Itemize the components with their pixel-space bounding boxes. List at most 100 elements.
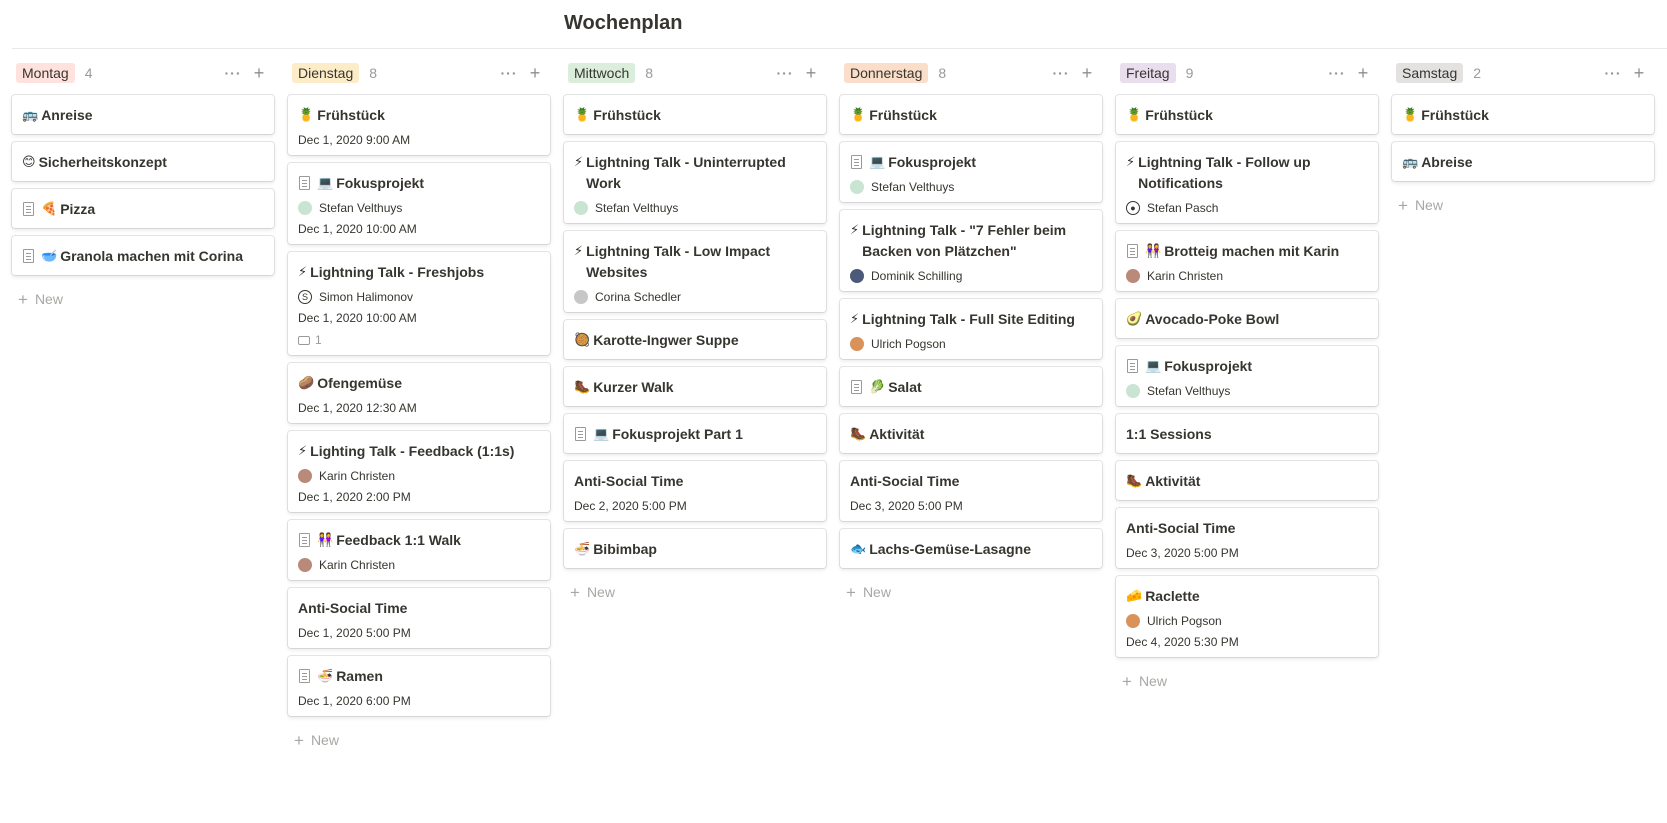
board-card[interactable]: ⚡ Lighting Talk - Feedback (1:1s) Karin Ch… [288, 431, 550, 512]
new-card-button[interactable]: + New [1392, 189, 1654, 221]
add-card-icon[interactable]: + [1352, 64, 1374, 82]
board-card[interactable]: ⚡ Lightning Talk - Uninterrupted Work Stef… [564, 142, 826, 223]
avatar: ● [1126, 201, 1140, 215]
add-card-icon[interactable]: + [1076, 64, 1098, 82]
board-card[interactable]: 🍍 Frühstück Dec 1, 2020 9:00 AM [288, 95, 550, 155]
board-card[interactable]: 💻 Fokusprojekt Stefan Velthuys [840, 142, 1102, 202]
board-card[interactable]: 😊 Sicherheitskonzept [12, 142, 274, 181]
card-title-text: Frühstück [593, 107, 661, 123]
card-title-text: Frühstück [317, 107, 385, 123]
board-card[interactable]: Anti-Social Time Dec 2, 2020 5:00 PM [564, 461, 826, 521]
column-tag[interactable]: Donnerstag [844, 63, 929, 83]
card-title-text: Ofengemüse [317, 375, 402, 391]
board-card[interactable]: 🥾 Kurzer Walk [564, 367, 826, 406]
avatar-letter: S [301, 292, 308, 302]
new-card-button[interactable]: + New [840, 576, 1102, 608]
new-card-button[interactable]: + New [12, 283, 274, 315]
board-card[interactable]: 👭 Brotteig machen mit Karin Karin Christen [1116, 231, 1378, 291]
board-card[interactable]: 🥔 Ofengemüse Dec 1, 2020 12:30 AM [288, 363, 550, 423]
card-date: Dec 3, 2020 5:00 PM [850, 499, 963, 513]
board-card[interactable]: 🥑 Avocado-Poke Bowl [1116, 299, 1378, 338]
new-card-button[interactable]: + New [288, 724, 550, 756]
column-tag[interactable]: Freitag [1120, 63, 1176, 83]
card-title: ⚡ Lightning Talk - Full Site Editing [850, 309, 1092, 330]
board-card[interactable]: 💻 Fokusprojekt Stefan Velthuys [1116, 346, 1378, 406]
add-card-icon[interactable]: + [524, 64, 546, 82]
board-card[interactable]: 🍜 Ramen Dec 1, 2020 6:00 PM [288, 656, 550, 716]
new-card-label: New [1414, 197, 1443, 213]
card-date: Dec 3, 2020 5:00 PM [1126, 546, 1239, 560]
board-card[interactable]: 🥾 Aktivität [1116, 461, 1378, 500]
card-title: 🍕 Pizza [22, 199, 264, 220]
board-column: Samstag 2 ··· + 🍍 Frühstück 🚌 Abreise + New [1392, 58, 1654, 756]
page-icon [299, 176, 310, 190]
board-card[interactable]: ⚡ Lightning Talk - Follow up Notification… [1116, 142, 1378, 223]
board-card[interactable]: 🧀 Raclette Ulrich Pogson Dec 4, 2020 5:30 P… [1116, 576, 1378, 657]
column-tag[interactable]: Mittwoch [568, 63, 636, 83]
card-emoji-icon: 💻 [593, 427, 610, 442]
board-card[interactable]: 🍍 Frühstück [1116, 95, 1378, 134]
card-title-text: Anti-Social Time [574, 473, 684, 489]
person-name: Stefan Velthuys [595, 201, 679, 215]
board-card[interactable]: 🚌 Anreise [12, 95, 274, 134]
person-name: Ulrich Pogson [871, 337, 946, 351]
avatar [850, 180, 864, 194]
board-card[interactable]: 🥾 Aktivität [840, 414, 1102, 453]
add-card-icon[interactable]: + [1628, 64, 1650, 82]
board-card[interactable]: 🥬 Salat [840, 367, 1102, 406]
more-options-icon[interactable]: ··· [222, 65, 244, 81]
new-card-button[interactable]: + New [1116, 665, 1378, 697]
card-title-text: Anreise [41, 107, 93, 123]
card-person: Stefan Velthuys [574, 201, 816, 215]
new-card-button[interactable]: + New [564, 576, 826, 608]
board-card[interactable]: 🍕 Pizza [12, 189, 274, 228]
card-title-text: Anti-Social Time [298, 600, 408, 616]
more-options-icon[interactable]: ··· [1602, 65, 1624, 81]
board-card[interactable]: ⚡ Lightning Talk - Full Site Editing Ulric… [840, 299, 1102, 359]
column-tag[interactable]: Montag [16, 63, 75, 83]
more-options-icon[interactable]: ··· [774, 65, 796, 81]
card-emoji-icon: 🍍 [1402, 108, 1419, 123]
card-emoji-icon: 🐟 [850, 542, 867, 557]
card-title-text: Anti-Social Time [1126, 520, 1236, 536]
board-card[interactable]: 💻 Fokusprojekt Part 1 [564, 414, 826, 453]
avatar [298, 558, 312, 572]
board-card[interactable]: 🍜 Bibimbap [564, 529, 826, 568]
board-card[interactable]: 💻 Fokusprojekt Stefan Velthuys Dec 1, 2020 … [288, 163, 550, 244]
card-title: 🥾 Aktivität [850, 424, 1092, 445]
board-card[interactable]: 👭 Feedback 1:1 Walk Karin Christen [288, 520, 550, 580]
card-person: Karin Christen [298, 558, 540, 572]
board-card[interactable]: Anti-Social Time Dec 1, 2020 5:00 PM [288, 588, 550, 648]
avatar [1126, 384, 1140, 398]
add-card-icon[interactable]: + [248, 64, 270, 82]
more-options-icon[interactable]: ··· [1326, 65, 1348, 81]
board-card[interactable]: 🚌 Abreise [1392, 142, 1654, 181]
card-title: 🥾 Aktivität [1126, 471, 1368, 492]
board-card[interactable]: ⚡ Lightning Talk - Freshjobs S Simon Halimo… [288, 252, 550, 355]
board-card[interactable]: 🥣 Granola machen mit Corina [12, 236, 274, 275]
add-card-icon[interactable]: + [800, 64, 822, 82]
board-card[interactable]: 🍍 Frühstück [840, 95, 1102, 134]
column-tag[interactable]: Dienstag [292, 63, 360, 83]
card-date: Dec 2, 2020 5:00 PM [574, 499, 687, 513]
more-options-icon[interactable]: ··· [1050, 65, 1072, 81]
card-title: 🚌 Anreise [22, 105, 264, 126]
card-title: 🥬 Salat [850, 377, 1092, 398]
card-title-text: Brotteig machen mit Karin [1164, 243, 1340, 259]
board-card[interactable]: ⚡ Lightning Talk - Low Impact Websites Cor… [564, 231, 826, 312]
avatar [850, 337, 864, 351]
avatar [298, 201, 312, 215]
board-card[interactable]: ⚡ Lightning Talk - "7 Fehler beim Backen … [840, 210, 1102, 291]
board-card[interactable]: 🍍 Frühstück [564, 95, 826, 134]
card-title-text: Frühstück [1145, 107, 1213, 123]
board-card[interactable]: 🍍 Frühstück [1392, 95, 1654, 134]
board-card[interactable]: 🥘 Karotte-Ingwer Suppe [564, 320, 826, 359]
more-options-icon[interactable]: ··· [498, 65, 520, 81]
board-card[interactable]: Anti-Social Time Dec 3, 2020 5:00 PM [1116, 508, 1378, 568]
card-title-text: Lachs-Gemüse-Lasagne [869, 541, 1032, 557]
board-card[interactable]: 1:1 Sessions [1116, 414, 1378, 453]
board-card[interactable]: 🐟 Lachs-Gemüse-Lasagne [840, 529, 1102, 568]
card-title-text: Feedback 1:1 Walk [336, 532, 461, 548]
board-card[interactable]: Anti-Social Time Dec 3, 2020 5:00 PM [840, 461, 1102, 521]
column-tag[interactable]: Samstag [1396, 63, 1464, 83]
